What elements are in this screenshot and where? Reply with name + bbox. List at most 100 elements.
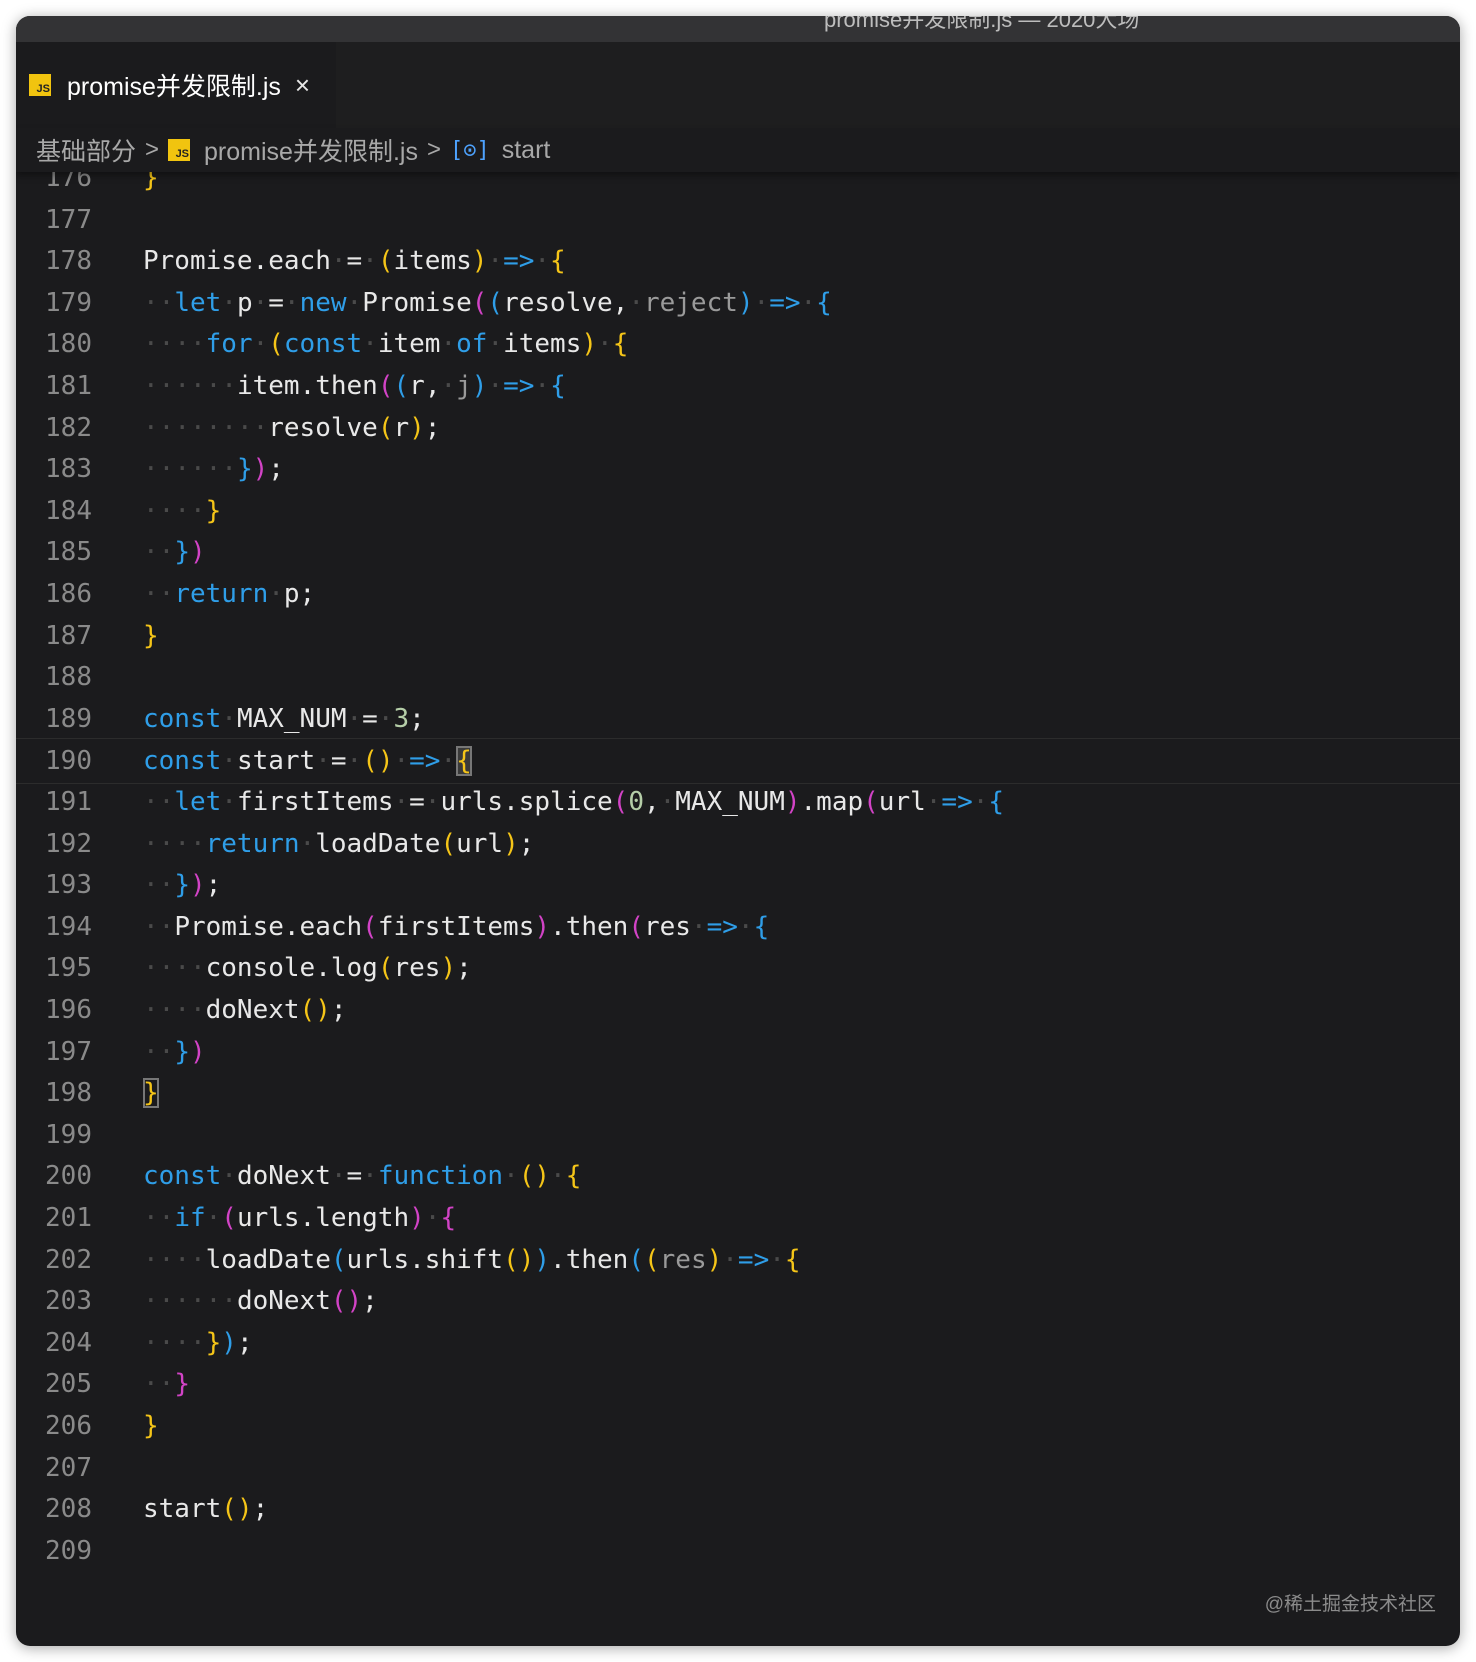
code-line[interactable]: 193 ··}); [16,863,1460,908]
code-text: const·MAX_NUM·=·3; [143,703,425,734]
code-text: ······doNext(); [143,1286,378,1317]
code-line[interactable]: 190 const·start·=·()·=>·{ [16,738,1460,785]
code-line[interactable]: 177 [16,198,1460,242]
line-code: const·start·=·()·=>·{ [143,739,472,783]
line-number: 208 [45,1494,92,1525]
code-text: ······}); [143,454,284,485]
code-line[interactable]: 195 ····console.log(res); [16,946,1460,991]
line-number: 187 [45,620,92,651]
code-editor[interactable]: 176} 177 178 Promise.each·=·(items)·=>·{179… [16,172,1460,1646]
code-text: ······item.then((r,·j)·=>·{ [143,371,566,401]
code-line[interactable]: 203 ······doNext(); [16,1279,1460,1324]
line-code: ··Promise.each(firstItems).then(res·=>·{ [143,904,769,949]
code-line[interactable]: 202 ····loadDate(urls.shift()).then((res)… [16,1237,1460,1282]
line-number: 196 [45,995,92,1025]
breadcrumb-folder[interactable]: 基础部分 [36,132,136,168]
code-line[interactable]: 181 ······item.then((r,·j)·=>·{ [16,364,1460,408]
code-text: ··} [143,1369,190,1400]
line-number: 192 [45,828,92,859]
watermark: @稀土掘金技术社区 [1264,1594,1436,1615]
line-number: 189 [45,703,92,734]
line-code: ······item.then((r,·j)·=>·{ [143,364,566,408]
code-line[interactable]: 207 [16,1446,1460,1490]
line-number: 205 [45,1369,92,1400]
code-line[interactable]: 205 ··} [16,1362,1460,1407]
breadcrumb-file[interactable]: promise并发限制.js [204,132,418,168]
code-line[interactable]: 189 const·MAX_NUM·=·3; [16,697,1460,741]
code-line[interactable]: 197 ··}) [16,1029,1460,1074]
line-code: ······doNext(); [143,1279,378,1324]
code-line[interactable]: 200 const·doNext·=·function·()·{ [16,1154,1460,1198]
line-number: 185 [45,537,92,568]
line-number: 202 [45,1244,92,1275]
line-code: } [143,614,159,658]
editor-window: promise并发限制.js — 2020大场 JS promise并发限制.j… [16,16,1460,1646]
line-number: 199 [45,1119,92,1150]
line-number: 178 [45,246,92,277]
close-icon[interactable]: × [295,70,310,101]
line-code: } [143,1071,159,1115]
line-code: ····console.log(res); [143,946,472,991]
line-code: ··}) [143,1029,206,1074]
code-line[interactable]: 196 ····doNext(); [16,988,1460,1032]
line-number: 179 [45,287,92,318]
code-line[interactable]: 191 ··let·firstItems·=·urls.splice(0,·MAX… [16,780,1460,824]
line-number: 186 [45,579,92,609]
line-code: ··let·p·=·new·Promise((resolve,·reject)·… [143,280,832,325]
line-number: 197 [45,1036,92,1067]
code-line[interactable]: 185 ··}) [16,530,1460,575]
line-code: ····return·loadDate(url); [143,821,534,866]
symbol-variable-icon: [⊙] [449,137,490,163]
code-text: Promise.each·=·(items)·=>·{ [143,246,566,277]
code-line[interactable]: 209 [16,1529,1460,1573]
code-text: ····} [143,495,222,526]
code-text: ········resolve(r); [143,412,441,443]
code-text: } [143,1078,159,1109]
js-file-icon: JS [29,74,51,96]
line-code: ······}); [143,447,284,492]
tab-promise-file[interactable]: JS promise并发限制.js × [16,42,336,128]
line-code: ····loadDate(urls.shift()).then((res)·=>… [143,1237,801,1282]
code-line[interactable]: 198} [16,1071,1460,1115]
code-line[interactable]: 183 ······}); [16,447,1460,492]
line-code: ··if·(urls.length)·{ [143,1196,456,1240]
code-line[interactable]: 179 ··let·p·=·new·Promise((resolve,·rejec… [16,280,1460,325]
code-text: const·start·=·()·=>·{ [143,746,472,777]
code-text: } [143,1411,159,1441]
code-line[interactable]: 192 ····return·loadDate(url); [16,821,1460,866]
line-number: 181 [45,371,92,401]
line-number: 193 [45,870,92,901]
tab-label: promise并发限制.js [67,73,281,101]
code-text: const·doNext·=·function·()·{ [143,1161,582,1192]
js-file-icon: JS [168,139,191,161]
code-line[interactable]: 204 ····}); [16,1320,1460,1365]
code-line[interactable]: 184 ····} [16,488,1460,533]
line-code: ··}) [143,530,206,575]
code-line[interactable]: 182 ········resolve(r); [16,405,1460,450]
code-text: start(); [143,1494,269,1525]
code-text: ····}); [143,1327,253,1358]
line-number: 195 [45,953,92,984]
code-line[interactable]: 180 ····for·(const·item·of·items)·{ [16,322,1460,367]
code-line[interactable]: 187} [16,614,1460,658]
code-line[interactable]: 186 ··return·p; [16,572,1460,616]
code-text: ··return·p; [143,579,316,609]
code-line[interactable]: 176} [16,172,1460,200]
line-code: start(); [143,1487,268,1531]
code-line[interactable]: 208 start(); [16,1487,1460,1531]
breadcrumb: 基础部分 > JS promise并发限制.js > [⊙] start [16,128,1460,172]
code-line[interactable]: 201 ··if·(urls.length)·{ [16,1196,1460,1240]
line-code: ····doNext(); [143,988,347,1032]
code-text: ····for·(const·item·of·items)·{ [143,329,629,360]
code-text: ··}) [143,537,206,568]
code-line[interactable]: 194 ··Promise.each(firstItems).then(res·=… [16,904,1460,949]
line-code: ··let·firstItems·=·urls.splice(0,·MAX_NU… [143,780,1004,824]
code-line[interactable]: 199 [16,1113,1460,1157]
code-line[interactable]: 188 [16,655,1460,699]
line-number: 180 [45,329,92,360]
breadcrumb-symbol[interactable]: start [502,136,551,165]
line-number: 206 [45,1411,92,1441]
code-line[interactable]: 206} [16,1404,1460,1448]
line-number: 184 [45,495,92,526]
code-line[interactable]: 178 Promise.each·=·(items)·=>·{ [16,239,1460,283]
